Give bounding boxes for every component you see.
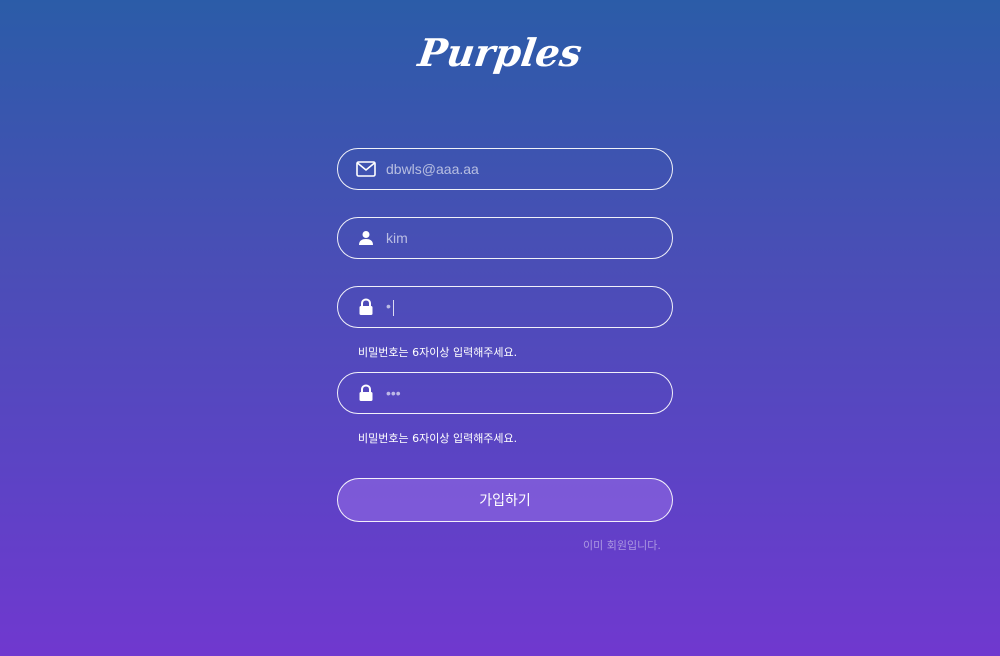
signup-button[interactable]: 가입하기 <box>337 478 673 522</box>
password-field[interactable]: • <box>337 286 673 328</box>
password-hint: 비밀번호는 6자이상 입력해주세요. <box>358 346 518 359</box>
lock-icon <box>356 297 376 317</box>
text-caret <box>392 299 394 316</box>
user-icon <box>356 228 376 248</box>
app-logo: Purples <box>415 30 585 75</box>
name-field[interactable]: kim <box>337 217 673 259</box>
password-confirm-value: ••• <box>386 385 401 401</box>
password-confirm-field[interactable]: ••• <box>337 372 673 414</box>
email-field[interactable]: dbwls@aaa.aa <box>337 148 673 190</box>
mail-icon <box>356 159 376 179</box>
lock-icon <box>356 383 376 403</box>
password-confirm-hint: 비밀번호는 6자이상 입력해주세요. <box>358 432 518 445</box>
name-value: kim <box>386 230 408 246</box>
email-value: dbwls@aaa.aa <box>386 161 479 177</box>
password-value: • <box>386 298 394 316</box>
already-member-link[interactable]: 이미 회원입니다. <box>583 537 661 553</box>
